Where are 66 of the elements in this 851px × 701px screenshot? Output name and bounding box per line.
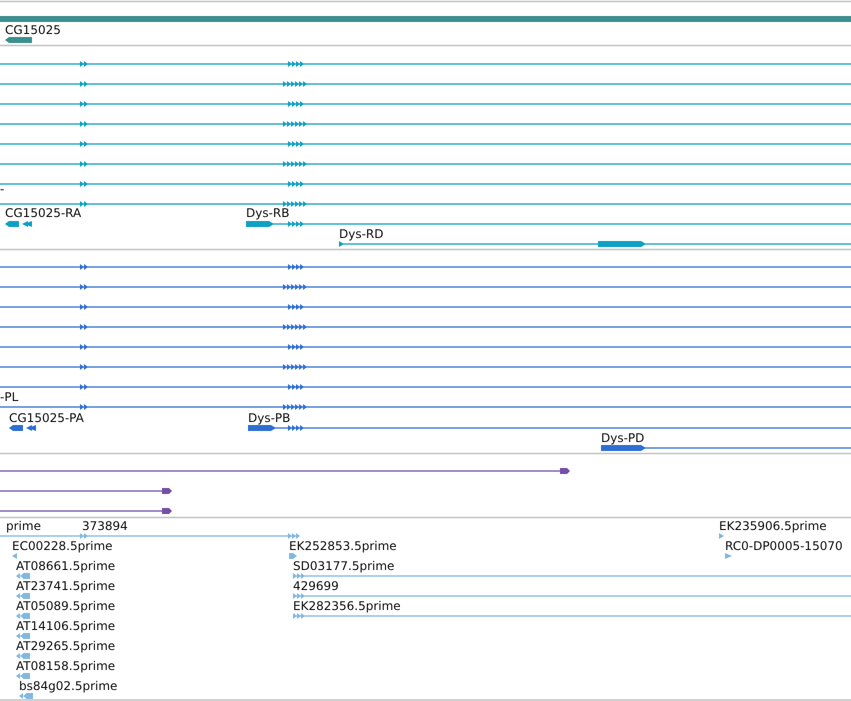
feature-label: - [0, 182, 4, 196]
est-arrow-icon[interactable] [725, 553, 732, 559]
transcript-drawing[interactable] [0, 404, 851, 410]
feature-label: 373894 [82, 519, 128, 533]
match-drawing[interactable] [0, 488, 172, 494]
est-drawing[interactable] [16, 673, 30, 679]
transcript-drawing[interactable] [0, 161, 851, 167]
est-drawing[interactable] [16, 593, 30, 599]
feature-label: CG15025-RA [5, 206, 82, 220]
est-drawing[interactable] [293, 613, 851, 619]
transcript-drawing[interactable] [5, 221, 32, 227]
feature-label: AT23741.5prime [16, 579, 116, 593]
feature-label: bs84g02.5prime [19, 679, 118, 693]
transcript-drawing[interactable] [0, 141, 851, 147]
transcript-drawing[interactable] [0, 324, 851, 330]
feature-label: AT08158.5prime [16, 659, 116, 673]
feature-label: RC0-DP0005-15070 [725, 539, 843, 553]
transcript-drawing[interactable] [0, 264, 851, 270]
transcript-drawing[interactable] [0, 304, 851, 310]
est-drawing[interactable] [16, 633, 30, 639]
feature-label: Dys-PB [248, 411, 290, 425]
transcript-drawing[interactable] [0, 121, 851, 127]
feature-label: SD03177.5prime [293, 559, 394, 573]
feature-label: AT29265.5prime [16, 639, 116, 653]
est-drawing[interactable] [19, 693, 33, 699]
est-drawing[interactable] [293, 593, 851, 599]
est-drawing[interactable] [16, 573, 30, 579]
match-drawing[interactable] [0, 468, 570, 474]
feature-label: EK252853.5prime [289, 539, 397, 553]
est-drawing[interactable] [289, 553, 297, 559]
est-drawing[interactable] [293, 573, 851, 579]
transcript-drawing[interactable] [0, 181, 851, 187]
transcript-drawing[interactable] [601, 445, 851, 451]
feature-label: AT08661.5prime [16, 559, 116, 573]
feature-label: Dys-RB [246, 206, 290, 220]
feature-label: Dys-RD [339, 227, 384, 241]
est-arrow-icon[interactable] [719, 533, 724, 539]
feature-label: CG15025 [5, 23, 61, 37]
feature-label: CG15025-PA [9, 411, 84, 425]
transcript-drawing[interactable] [339, 241, 851, 247]
est-drawing[interactable] [16, 653, 30, 659]
transcript-drawing[interactable] [9, 425, 36, 431]
feature-label: EK282356.5prime [293, 599, 401, 613]
transcript-drawing[interactable] [246, 221, 851, 227]
est-drawing[interactable] [0, 533, 300, 539]
transcript-drawing[interactable] [0, 81, 851, 87]
transcript-drawing[interactable] [0, 364, 851, 370]
transcript-drawing[interactable] [0, 344, 851, 350]
transcript-drawing[interactable] [248, 425, 851, 431]
feature-label: AT05089.5prime [16, 599, 116, 613]
match-drawing[interactable] [0, 508, 172, 514]
feature-label: EK235906.5prime [719, 519, 827, 533]
gene-arrow-icon[interactable] [5, 37, 32, 43]
feature-label: prime [6, 519, 41, 533]
est-arrow-icon[interactable] [12, 553, 17, 559]
transcript-drawing[interactable] [0, 61, 851, 67]
feature-label: EC00228.5prime [12, 539, 113, 553]
feature-label: -PL [0, 390, 18, 404]
transcript-drawing[interactable] [0, 201, 851, 207]
transcript-drawing[interactable] [0, 384, 851, 390]
transcript-drawing[interactable] [0, 101, 851, 107]
feature-label: Dys-PD [601, 431, 644, 445]
transcript-drawing[interactable] [0, 284, 851, 290]
est-drawing[interactable] [16, 613, 30, 619]
feature-label: 429699 [293, 579, 339, 593]
feature-label: AT14106.5prime [16, 619, 116, 633]
